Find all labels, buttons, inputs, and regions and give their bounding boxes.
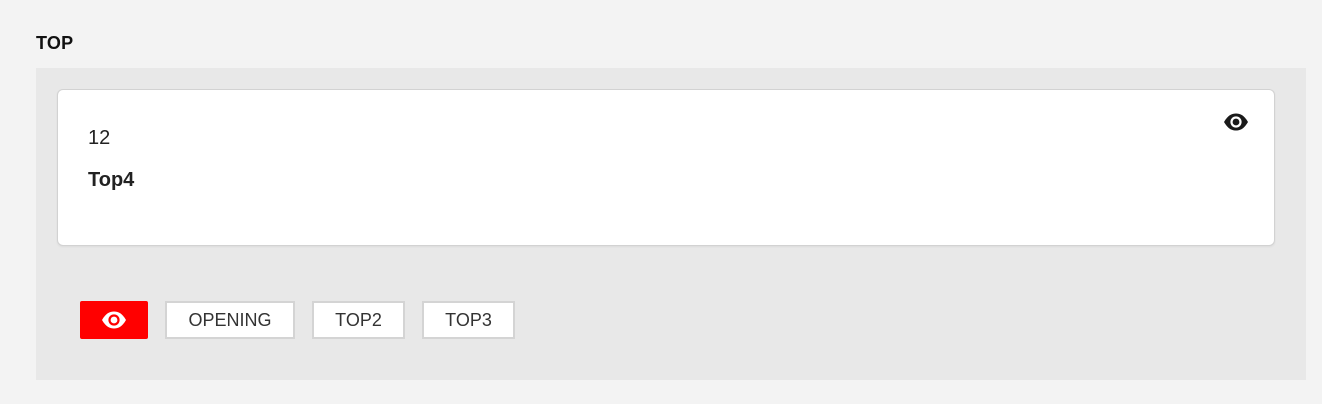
card-title: Top4 xyxy=(88,169,135,191)
eye-icon xyxy=(101,310,127,330)
content-card[interactable]: 12 Top4 xyxy=(57,89,1275,246)
tab-top2[interactable]: TOP2 xyxy=(312,301,405,339)
tab-row: OPENING TOP2 TOP3 xyxy=(80,301,515,339)
tab-top3[interactable]: TOP3 xyxy=(422,301,515,339)
top-panel: 12 Top4 OPENING TOP2 TOP3 xyxy=(36,68,1306,380)
tab-opening[interactable]: OPENING xyxy=(165,301,295,339)
card-number: 12 xyxy=(88,127,111,149)
section-title: TOP xyxy=(36,33,74,53)
eye-icon[interactable] xyxy=(1223,112,1249,132)
tab-eye-active[interactable] xyxy=(80,301,148,339)
